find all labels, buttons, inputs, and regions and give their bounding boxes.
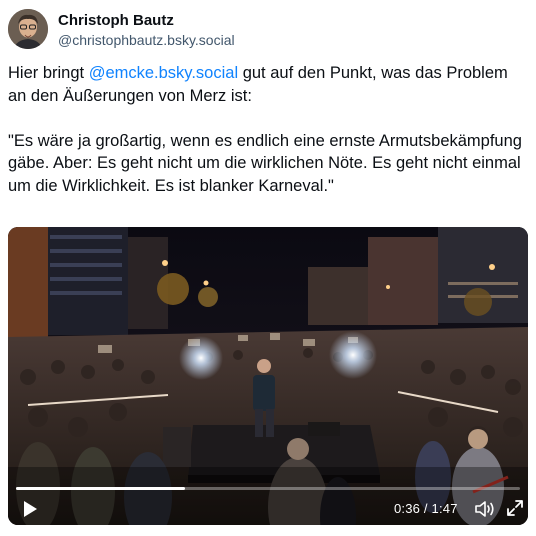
play-icon: [24, 501, 37, 517]
post-text-rest: gut auf den Punkt, was das Problem an de…: [8, 64, 522, 195]
fullscreen-button[interactable]: [506, 499, 524, 517]
time-readout: 0:36 / 1:47: [394, 501, 458, 516]
volume-icon: [475, 501, 494, 517]
progress-bar[interactable]: [16, 487, 520, 490]
avatar[interactable]: [8, 9, 48, 49]
post-text: Hier bringt @emcke.bsky.social gut auf d…: [8, 62, 530, 197]
play-button[interactable]: [20, 499, 40, 519]
progress-fill: [16, 487, 186, 490]
video-player[interactable]: 0:36 / 1:47: [8, 227, 528, 525]
avatar-image: [8, 9, 48, 49]
post-header: Christoph Bautz @christophbautz.bsky.soc…: [8, 9, 528, 53]
author-handle[interactable]: @christophbautz.bsky.social: [58, 32, 235, 48]
author-name[interactable]: Christoph Bautz: [58, 12, 174, 29]
volume-button[interactable]: [474, 499, 496, 519]
mention-link[interactable]: @emcke.bsky.social: [89, 64, 238, 82]
post-text-start: Hier bringt: [8, 64, 89, 82]
video-controls: 0:36 / 1:47: [8, 481, 528, 525]
fullscreen-icon: [507, 500, 523, 516]
